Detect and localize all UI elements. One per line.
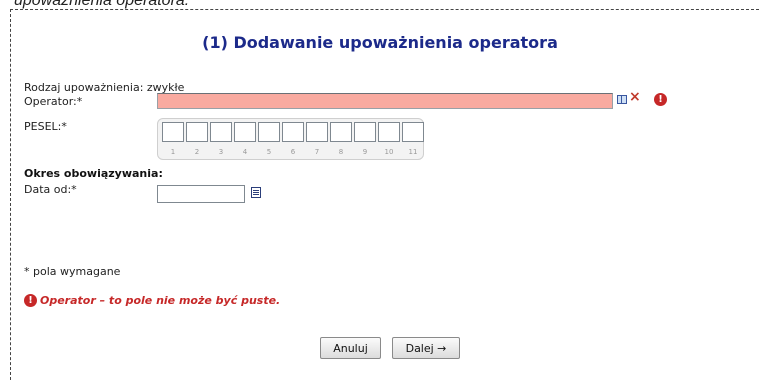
pesel-digit-9[interactable]: [354, 122, 376, 142]
pesel-position-number: 3: [218, 148, 224, 156]
error-message: Operator – to pole nie może być puste.: [40, 293, 281, 307]
pesel-digit-8[interactable]: [330, 122, 352, 142]
pesel-label: PESEL:*: [24, 120, 67, 133]
calendar-icon[interactable]: [251, 187, 261, 198]
pesel-position-number: 10: [384, 148, 394, 156]
error-message-row: ! Operator – to pole nie może być puste.: [24, 293, 280, 307]
date-from-input[interactable]: [157, 185, 245, 203]
required-fields-note: * pola wymagane: [24, 265, 121, 278]
authorization-type-label: Rodzaj upoważnienia:: [24, 81, 144, 94]
error-alert-icon: !: [654, 93, 667, 106]
date-from-label: Data od:*: [24, 183, 77, 196]
pesel-position-number: 8: [338, 148, 344, 156]
pesel-digit-10[interactable]: [378, 122, 400, 142]
pesel-input-group: 1 2 3 4 5 6 7 8 9 10 11: [157, 118, 424, 160]
error-alert-icon: !: [24, 293, 37, 307]
pesel-digit-5[interactable]: [258, 122, 280, 142]
operator-input[interactable]: [157, 93, 613, 109]
book-icon[interactable]: [617, 95, 627, 104]
validity-section-title: Okres obowiązywania:: [24, 167, 163, 180]
pesel-position-number: 11: [408, 148, 418, 156]
pesel-digit-7[interactable]: [306, 122, 328, 142]
pesel-position-number: 2: [194, 148, 200, 156]
pesel-digit-4[interactable]: [234, 122, 256, 142]
pesel-digit-2[interactable]: [186, 122, 208, 142]
pesel-digit-3[interactable]: [210, 122, 232, 142]
form-frame: [10, 9, 759, 380]
pesel-position-number: 6: [290, 148, 296, 156]
pesel-position-number: 7: [314, 148, 320, 156]
pesel-position-number: 9: [362, 148, 368, 156]
pesel-position-number: 4: [242, 148, 248, 156]
cancel-button[interactable]: Anuluj: [320, 337, 381, 359]
clear-x-icon[interactable]: ×: [629, 90, 641, 104]
form-title: (1) Dodawanie upoważnienia operatora: [202, 33, 558, 52]
pesel-digit-11[interactable]: [402, 122, 424, 142]
next-button[interactable]: Dalej →: [392, 337, 460, 359]
pesel-position-number: 1: [170, 148, 176, 156]
pesel-digit-6[interactable]: [282, 122, 304, 142]
pesel-position-number: 5: [266, 148, 272, 156]
operator-label: Operator:*: [24, 95, 83, 108]
pesel-digit-1[interactable]: [162, 122, 184, 142]
